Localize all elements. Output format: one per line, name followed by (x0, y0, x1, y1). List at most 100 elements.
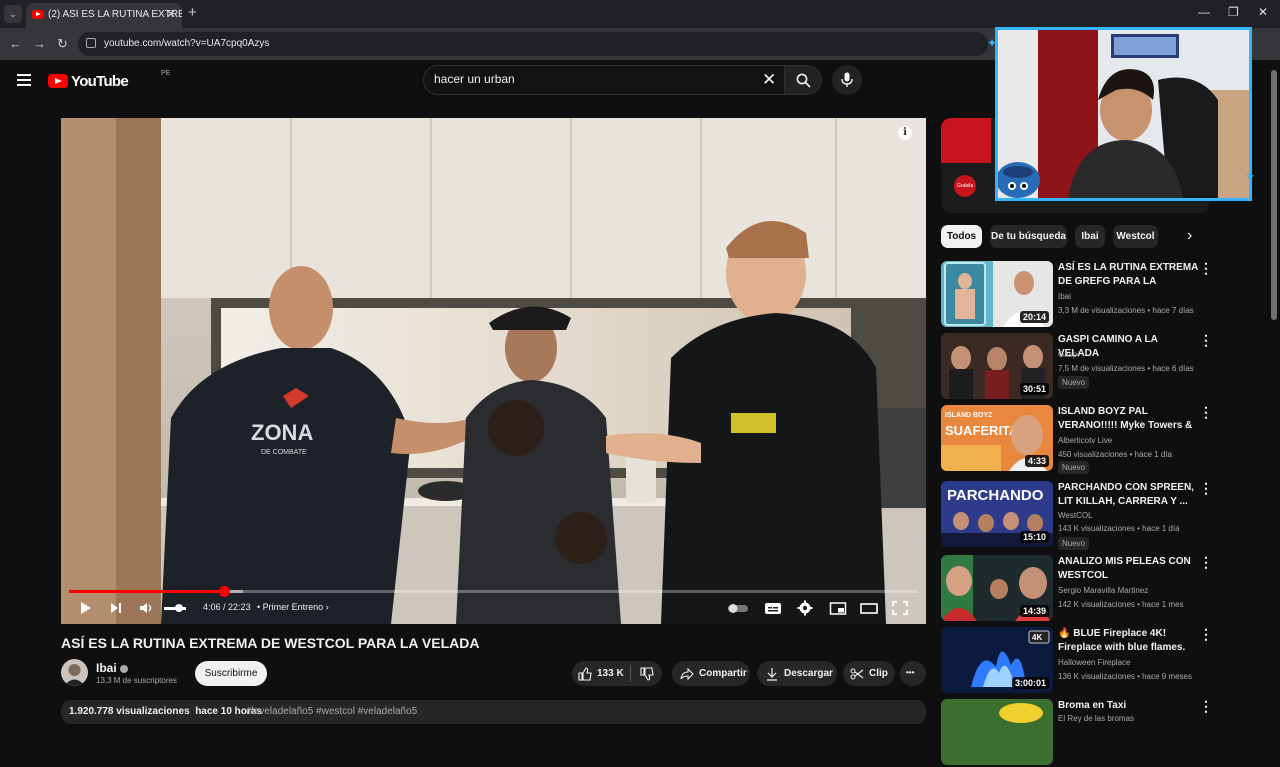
video-player[interactable]: ZONA DE COMBATE i 4:06 / 22:23 • Primer … (61, 118, 926, 624)
progress-played (69, 590, 225, 593)
video-thumbnail[interactable]: PARCHANDO 15:10 (941, 481, 1053, 547)
autoplay-toggle[interactable] (727, 598, 749, 618)
like-count[interactable]: 133 K (597, 668, 624, 679)
more-vert-icon[interactable]: ⋮ (1199, 261, 1213, 275)
maximize-button[interactable]: ❐ (1228, 5, 1239, 19)
new-badge: Nuevo (1058, 461, 1090, 474)
thumb-text: ISLAND BOYZ (945, 412, 993, 419)
fullscreen-icon[interactable] (892, 598, 908, 618)
share-icon (680, 667, 694, 681)
more-vert-icon[interactable]: ⋮ (1199, 405, 1213, 419)
subscribe-button[interactable]: Suscribirme (195, 661, 267, 686)
star-decoration-icon: ✦ (987, 36, 998, 50)
dislike-icon[interactable] (640, 667, 654, 681)
rec-channel[interactable]: Halloween Fireplace (1058, 658, 1130, 667)
youtube-logo[interactable]: YouTube PE (48, 70, 170, 92)
rec-channel[interactable]: Gaspi (1058, 350, 1079, 359)
description-box[interactable]: 1.920.778 visualizaciones hace 10 horas … (61, 700, 926, 724)
info-icon[interactable]: i (898, 126, 912, 140)
theater-mode-icon[interactable] (860, 598, 878, 618)
recommendation-item[interactable]: 4K 3:00:01 🔥 BLUE Fireplace 4K! Fireplac… (941, 627, 1213, 695)
clip-label: Clip (869, 668, 888, 679)
rec-channel[interactable]: El Rey de las bromas (1058, 714, 1134, 723)
rec-channel[interactable]: Ibai (1058, 292, 1071, 301)
recommendation-item[interactable]: 20:14 ASÍ ES LA RUTINA EXTREMA DE GREFG … (941, 261, 1213, 329)
download-icon (767, 668, 777, 681)
chip-de-tu-busqueda[interactable]: De tu búsqueda (990, 225, 1067, 248)
scrollbar-thumb[interactable] (1271, 70, 1277, 320)
rec-title: ANALIZO MIS PELEAS CON WESTCOL (1058, 556, 1191, 581)
page-scrollbar[interactable] (1270, 60, 1278, 720)
shirt-text: ZONA (251, 420, 313, 445)
more-vert-icon[interactable]: ⋮ (1199, 481, 1213, 495)
url-text: youtube.com/watch?v=UA7cpq0Azys (104, 38, 270, 49)
duration: 22:23 (228, 602, 251, 612)
miniplayer-icon[interactable] (829, 598, 847, 618)
clip-button[interactable]: Clip (843, 661, 895, 686)
subtitles-icon[interactable] (764, 598, 782, 618)
channel-avatar[interactable] (61, 659, 88, 686)
browser-tab[interactable]: (2) ASÍ ES LA RUTINA EXTREMA ✕ (26, 3, 182, 28)
filter-chips: Todos De tu búsqueda Ibai Westcol › (941, 225, 1209, 249)
hashtags[interactable]: #laveladelaño5 #westcol #veladelaño5 (246, 706, 417, 717)
thumb-text-large: SUAFERITA (945, 423, 1019, 438)
address-bar[interactable]: youtube.com/watch?v=UA7cpq0Azys (78, 32, 988, 56)
chip-ibai[interactable]: Ibai (1075, 225, 1105, 248)
verified-icon (120, 664, 129, 673)
close-window-button[interactable]: ✕ (1258, 5, 1268, 19)
video-thumbnail[interactable]: 14:39 (941, 555, 1053, 621)
rec-channel[interactable]: Sergio Maravilla Martinez (1058, 586, 1148, 595)
share-button[interactable]: Compartir (672, 661, 750, 686)
clear-search-icon[interactable]: ✕ (762, 70, 776, 90)
settings-icon[interactable] (797, 598, 813, 618)
search-button[interactable] (784, 65, 822, 95)
play-icon[interactable] (79, 598, 93, 618)
chips-next-icon[interactable]: › (1187, 227, 1192, 245)
duration-badge: 20:14 (1019, 311, 1049, 323)
volume-icon[interactable] (139, 598, 155, 618)
video-thumbnail[interactable]: ISLAND BOYZ SUAFERITA 4:33 (941, 405, 1053, 471)
tab-search-icon[interactable]: ⌄ (4, 5, 22, 23)
recommendation-item[interactable]: ISLAND BOYZ SUAFERITA 4:33 ISLAND BOYZ P… (941, 405, 1213, 474)
next-icon[interactable] (109, 598, 123, 618)
rec-channel[interactable]: WestCOL (1058, 511, 1093, 520)
ad-logo-text: Grabila (957, 183, 974, 189)
new-tab-button[interactable]: + (188, 4, 197, 21)
chapter-button[interactable]: • Primer Entreno › (257, 602, 329, 612)
chip-westcol[interactable]: Westcol (1113, 225, 1158, 248)
recommendation-item[interactable]: PARCHANDO 15:10 PARCHANDO CON SPREEN, LI… (941, 481, 1213, 550)
recommendation-item[interactable]: 30:51 GASPI CAMINO A LA VELADA Gaspi 7,5… (941, 333, 1213, 401)
voice-search-button[interactable] (832, 65, 862, 95)
progress-bar[interactable] (69, 586, 918, 597)
browser-tab-bar: ⌄ (2) ASÍ ES LA RUTINA EXTREMA ✕ + — ❐ ✕ (0, 0, 1280, 28)
forward-button[interactable]: → (33, 36, 46, 51)
more-vert-icon[interactable]: ⋮ (1199, 555, 1213, 569)
reload-button[interactable]: ↻ (57, 36, 68, 52)
minimize-button[interactable]: — (1198, 5, 1210, 19)
volume-knob[interactable] (175, 604, 183, 612)
recommendation-item[interactable]: 14:39 ANALIZO MIS PELEAS CON WESTCOL Ser… (941, 555, 1213, 623)
search-box: ✕ (423, 65, 785, 95)
download-button[interactable]: Descargar (757, 661, 837, 686)
tab-close-icon[interactable]: ✕ (166, 7, 176, 21)
rec-meta: 136 K visualizaciones • hace 9 meses (1058, 672, 1192, 681)
menu-icon[interactable] (17, 74, 31, 86)
site-info-icon[interactable] (86, 38, 96, 48)
back-button[interactable]: ← (9, 36, 22, 51)
video-thumbnail[interactable]: 20:14 (941, 261, 1053, 327)
video-thumbnail[interactable] (941, 699, 1053, 765)
chip-todos[interactable]: Todos (941, 225, 982, 248)
duration-badge: 30:51 (1019, 383, 1049, 395)
video-thumbnail[interactable]: 4K 3:00:01 (941, 627, 1053, 693)
more-vert-icon[interactable]: ⋮ (1199, 627, 1213, 641)
rec-channel[interactable]: Alberticotv Live (1058, 436, 1112, 445)
more-vert-icon[interactable]: ⋮ (1199, 699, 1213, 713)
video-thumbnail[interactable]: 30:51 (941, 333, 1053, 399)
more-vert-icon[interactable]: ⋮ (1199, 333, 1213, 347)
like-icon[interactable] (578, 667, 592, 681)
channel-name[interactable]: Ibai (96, 661, 129, 675)
recommendation-item[interactable]: Broma en Taxi El Rey de las bromas ⋮ (941, 699, 1213, 767)
more-actions-button[interactable]: ••• (900, 661, 926, 686)
like-dislike-group: 133 K (572, 661, 662, 686)
search-input[interactable] (434, 72, 754, 86)
